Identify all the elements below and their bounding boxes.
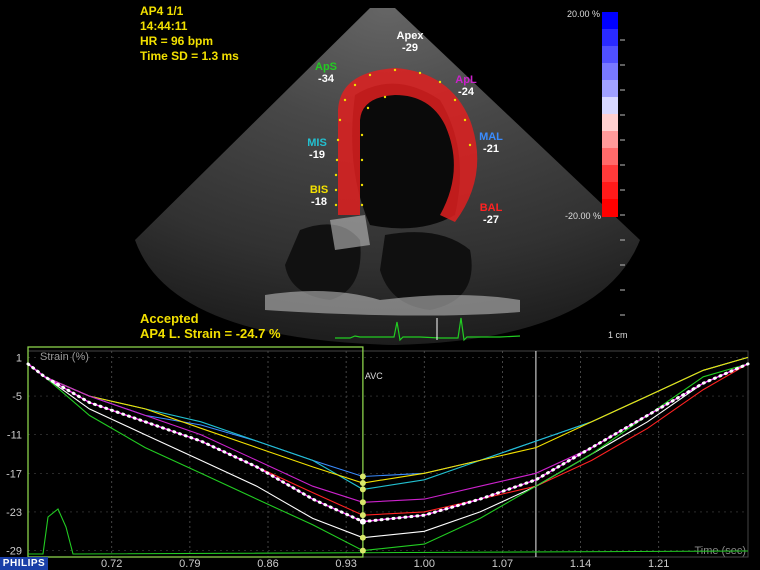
segment-value: -24: [458, 86, 474, 98]
segment-value: -21: [483, 143, 499, 155]
y-tick-label: -5: [12, 391, 22, 403]
chart-frame: [27, 350, 749, 558]
heart-rate: HR = 96 bpm: [140, 34, 214, 48]
avc-region: [27, 346, 364, 558]
segment-name: ApL: [455, 74, 477, 86]
series-line-bal: [27, 363, 749, 516]
y-tick-label: -17: [6, 468, 22, 480]
x-tick-label: 0.93: [335, 558, 356, 570]
avc-marker: [359, 512, 366, 519]
avc-marker: [359, 486, 366, 493]
segment-name: BIS: [309, 184, 329, 196]
global-strain-value: AP4 L. Strain = -24.7 %: [140, 326, 281, 341]
accepted-status: Accepted: [140, 311, 199, 326]
segment-value: -29: [402, 42, 418, 54]
segment-name: MIS: [307, 137, 327, 149]
avc-marker: [359, 518, 366, 525]
segment-apex: Apex -29: [388, 30, 432, 54]
x-tick-label: 0.79: [179, 558, 200, 570]
avc-marker: [359, 499, 366, 506]
colorbar-min-label: -20.00 %: [565, 211, 602, 221]
echo-image: [135, 8, 640, 345]
x-tick-label: 1.07: [492, 558, 513, 570]
clock-time: 14:44:11: [140, 19, 188, 33]
segment-value: -19: [309, 149, 325, 161]
series-line-aps: [27, 363, 749, 552]
view-label: AP4 1/1: [140, 4, 184, 18]
series-line-apex: [27, 363, 749, 539]
y-tick-label: -11: [7, 430, 22, 442]
strain-chart: 0.72 0.79 0.86 0.93 1.00 1.07 1.14 1.21 1 -5 -11 -1…: [6, 346, 750, 570]
x-tick-label: 1.00: [414, 558, 435, 570]
avc-marker: [359, 547, 366, 554]
y-tick-label: -29: [6, 546, 22, 558]
segment-name: BAL: [479, 202, 503, 214]
scale-label: 1 cm: [608, 330, 628, 340]
series-line-mis: [27, 356, 749, 490]
y-axis-label: Strain (%): [40, 351, 89, 363]
time-sd: Time SD = 1.3 ms: [140, 49, 239, 63]
colorbar-max-label: 20.00 %: [567, 9, 601, 19]
y-tick-label: -23: [6, 507, 22, 519]
x-tick-label: 1.14: [570, 558, 591, 570]
ecg-trace: [28, 508, 749, 555]
series-line-mal: [27, 356, 749, 478]
strain-color-bar: [602, 12, 618, 217]
segment-mal: MAL -21: [471, 131, 511, 155]
segment-bal: BAL -27: [471, 202, 511, 226]
avc-marker: [359, 473, 366, 480]
philips-logo: PHILIPS: [0, 557, 48, 570]
ultrasound-screen: 20.00 % -20.00 % 1 cm AP4 1/1 14:44:11 H…: [0, 0, 760, 570]
segment-name: MAL: [479, 131, 503, 143]
segment-value: -34: [318, 73, 334, 85]
segment-name: Apex: [396, 30, 424, 42]
y-tick-label: 1: [16, 352, 22, 364]
segment-mis: MIS -19: [297, 137, 337, 161]
segment-value: -18: [311, 196, 327, 208]
x-tick-label: 0.86: [257, 558, 278, 570]
segment-apl: ApL -24: [446, 74, 486, 98]
segment-aps: ApS -34: [306, 61, 346, 85]
x-tick-label: 1.21: [648, 558, 669, 570]
segment-bis: BIS -18: [299, 184, 339, 208]
x-tick-label: 0.72: [101, 558, 122, 570]
segment-name: ApS: [315, 61, 337, 73]
avc-marker: [359, 479, 366, 486]
avc-label: AVC: [365, 371, 383, 381]
avc-marker: [359, 534, 366, 541]
segment-value: -27: [483, 214, 499, 226]
